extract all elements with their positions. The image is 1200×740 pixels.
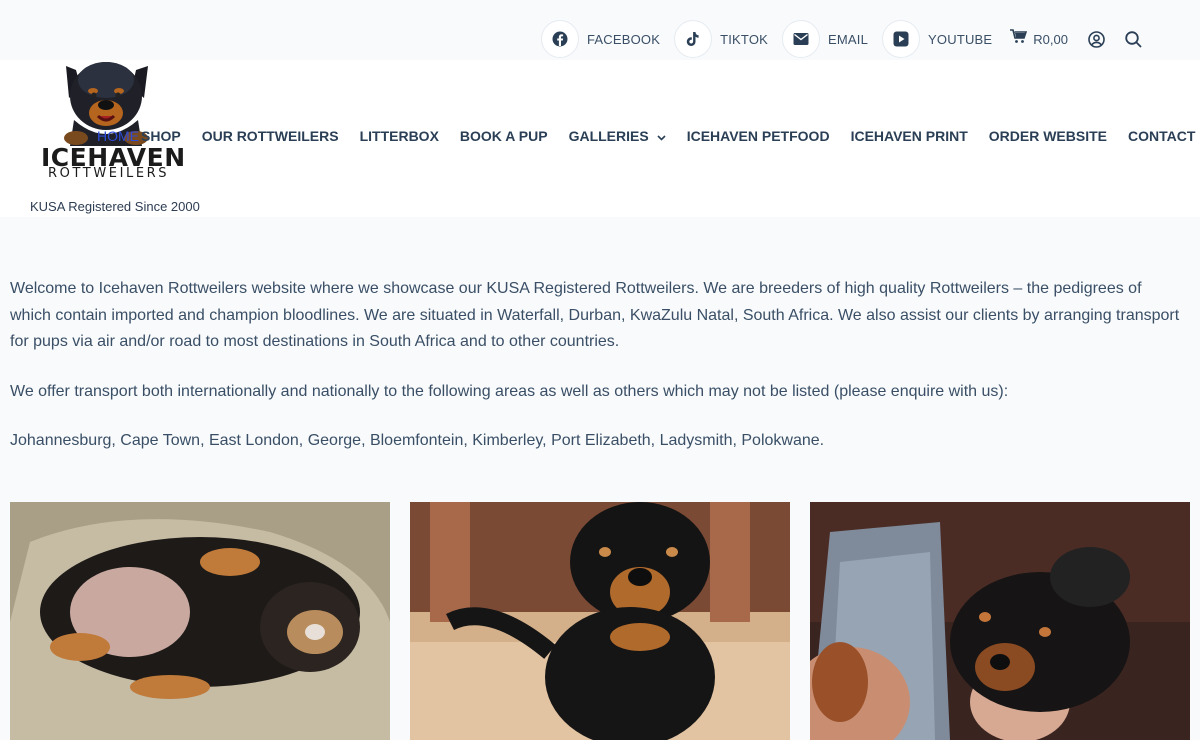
- youtube-link[interactable]: YOUTUBE: [882, 20, 992, 58]
- nav-item-book-a-pup[interactable]: BOOK A PUP: [460, 128, 548, 144]
- tiktok-icon: [674, 20, 713, 58]
- nav-item-order-website[interactable]: ORDER WEBSITE: [989, 128, 1107, 144]
- nav-item-our-rottweilers[interactable]: OUR ROTTWEILERS: [202, 128, 339, 144]
- cart-total: R0,00: [1033, 31, 1068, 47]
- nav-item-icehaven-petfood[interactable]: ICEHAVEN PETFOOD: [687, 128, 830, 144]
- email-icon: [782, 20, 821, 58]
- main-nav: HOME SHOP OUR ROTTWEILERS LITTERBOX BOOK…: [97, 128, 1200, 144]
- youtube-icon: [882, 20, 921, 58]
- nav-item-home[interactable]: HOME: [97, 128, 139, 144]
- cart-icon: [1010, 29, 1028, 49]
- puppy-photo-2[interactable]: [410, 502, 790, 740]
- destinations-paragraph: Johannesburg, Cape Town, East London, Ge…: [10, 432, 825, 449]
- logo-subtitle: ROTTWEILERS: [48, 166, 170, 181]
- facebook-label: FACEBOOK: [586, 31, 661, 47]
- nav-item-galleries[interactable]: GALLERIES: [569, 128, 666, 144]
- tiktok-link[interactable]: TIKTOK: [674, 20, 768, 58]
- top-bar: FACEBOOK TIKTOK EMAIL YOUTUBE R0,00: [0, 0, 1200, 60]
- site-tagline: KUSA Registered Since 2000: [30, 199, 200, 214]
- puppy-photo-1[interactable]: [10, 502, 390, 740]
- nav-item-litterbox[interactable]: LITTERBOX: [360, 128, 439, 144]
- nav-item-contact[interactable]: CONTACT: [1128, 128, 1195, 144]
- social-links: FACEBOOK TIKTOK EMAIL YOUTUBE R0,00: [527, 20, 1142, 58]
- youtube-label: YOUTUBE: [928, 31, 993, 47]
- puppy-photo-3[interactable]: [810, 502, 1190, 740]
- nav-item-shop[interactable]: SHOP: [141, 128, 181, 144]
- puppy-gallery: [10, 502, 1190, 740]
- email-label: EMAIL: [828, 31, 869, 47]
- transport-paragraph: We offer transport both internationally …: [10, 382, 1009, 400]
- account-icon[interactable]: [1088, 30, 1105, 48]
- chevron-down-icon: [657, 128, 666, 144]
- tiktok-label: TIKTOK: [720, 31, 769, 47]
- intro-content: Welcome to Icehaven Rottweilers website …: [10, 276, 1182, 478]
- search-icon[interactable]: [1125, 30, 1142, 48]
- nav-item-icehaven-print[interactable]: ICEHAVEN PRINT: [851, 128, 968, 144]
- facebook-link[interactable]: FACEBOOK: [540, 20, 661, 58]
- cart-button[interactable]: R0,00: [1010, 29, 1068, 49]
- nav-item-galleries-label: GALLERIES: [568, 128, 649, 144]
- intro-paragraph: Welcome to Icehaven Rottweilers website …: [10, 280, 1180, 350]
- facebook-icon: [540, 20, 579, 58]
- email-link[interactable]: EMAIL: [782, 20, 868, 58]
